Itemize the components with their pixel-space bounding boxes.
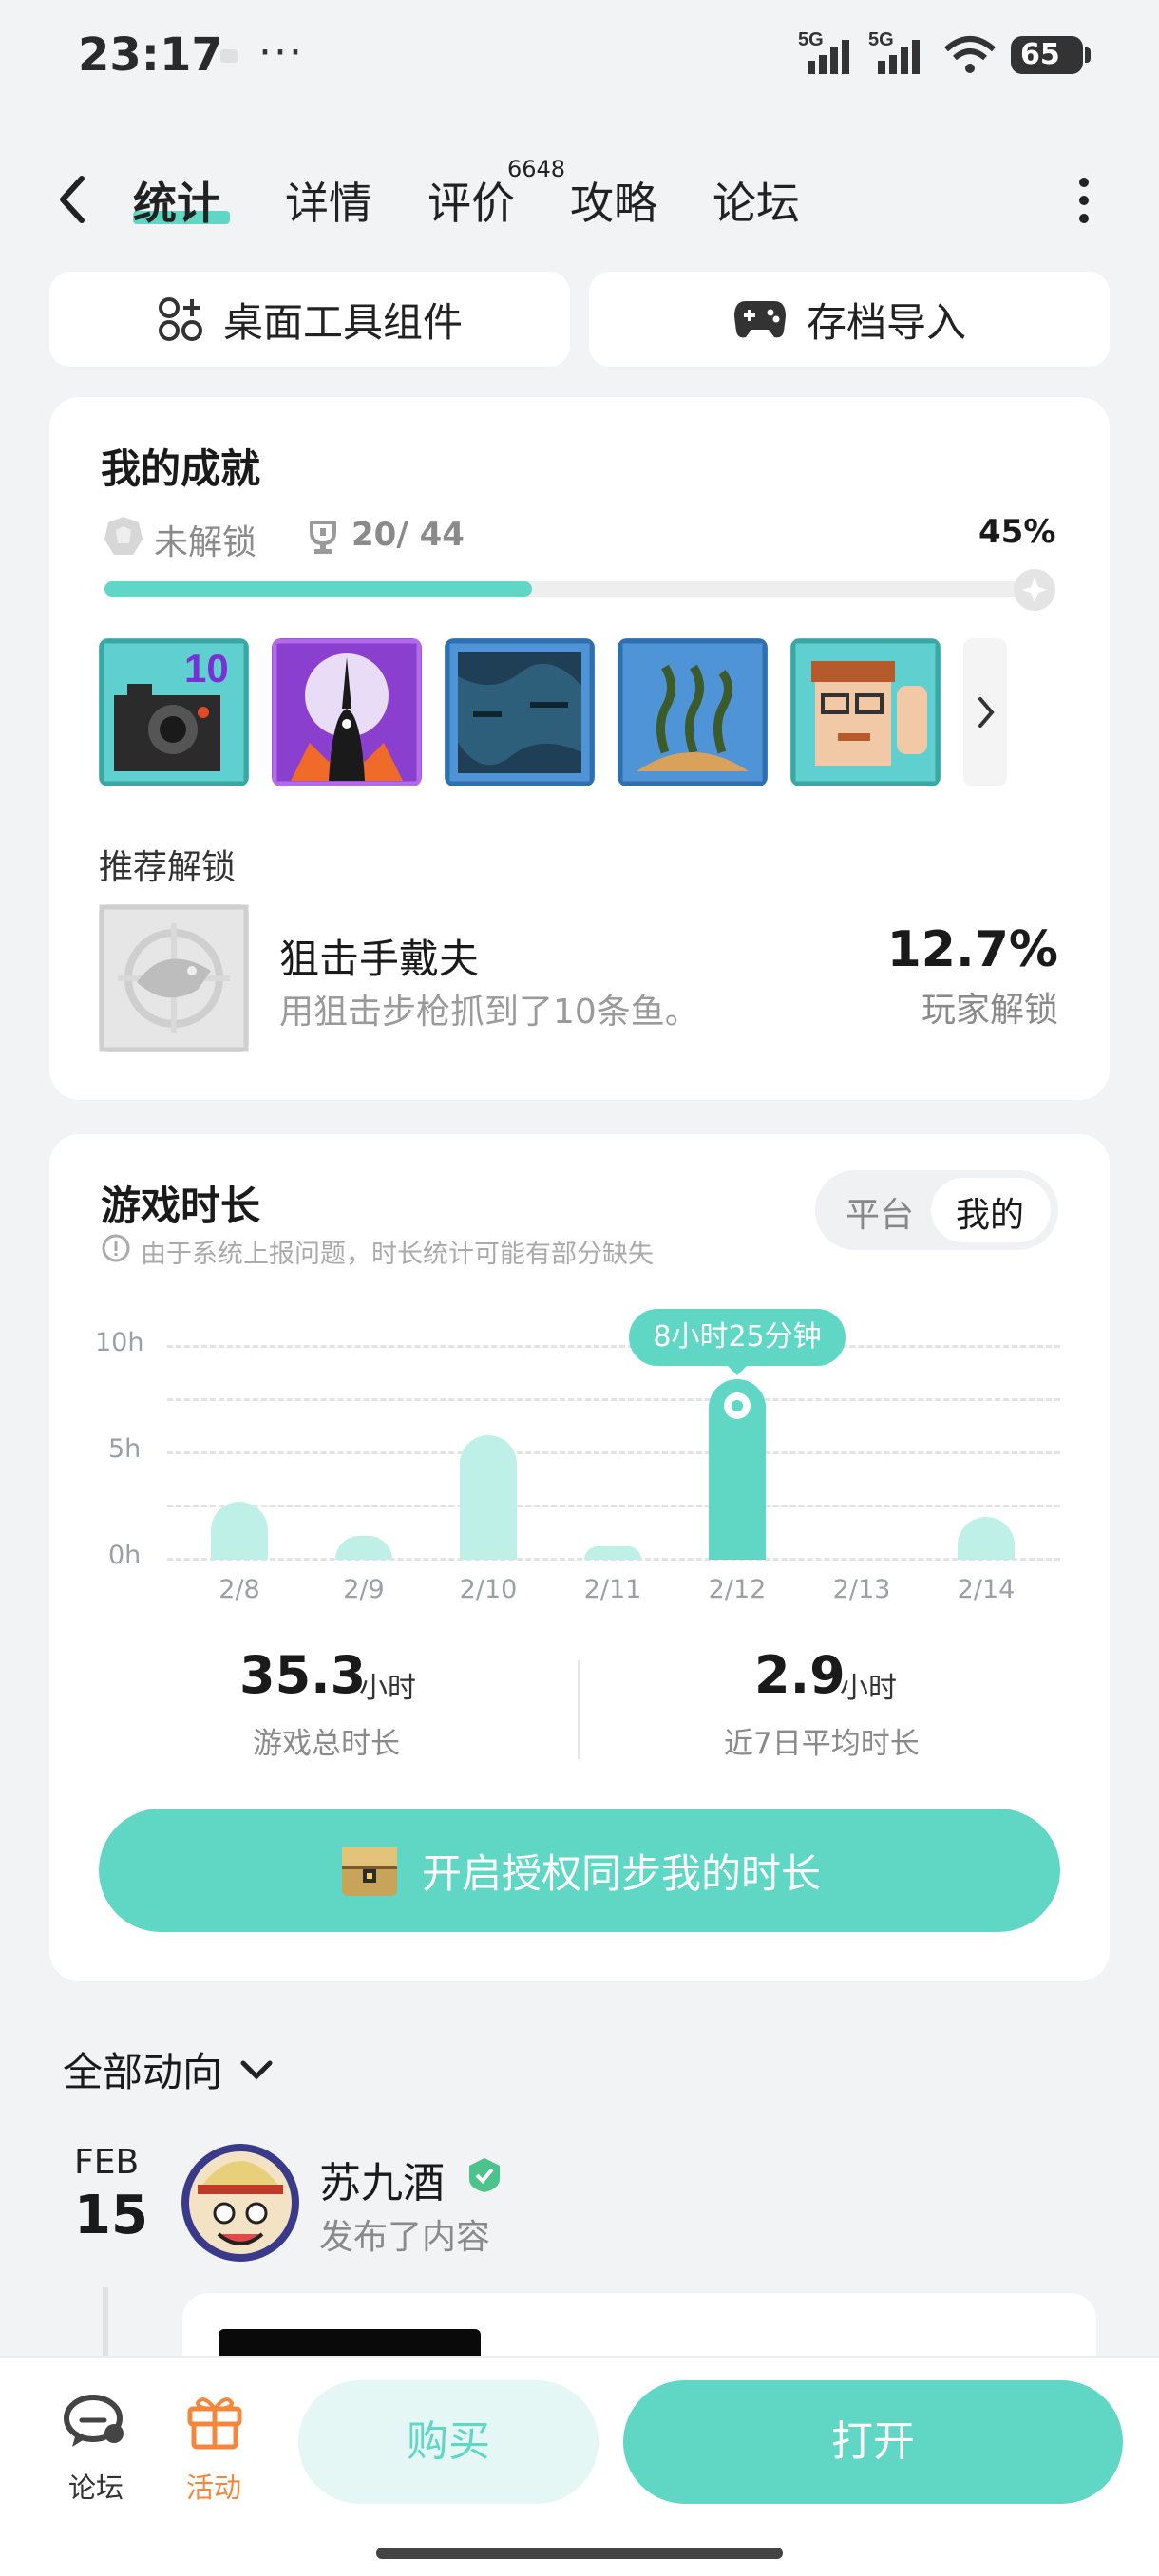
forum-label[interactable]: 论坛 [68, 2466, 124, 2506]
camera-fish-icon: 10 [99, 638, 249, 786]
more-notifications-icon: ··· [258, 28, 304, 77]
info-icon [102, 1234, 130, 1262]
tab-details[interactable]: 详情 [285, 169, 372, 232]
review-count-badge: 6648 [507, 156, 566, 182]
feed-day: 15 [74, 2185, 148, 2246]
tab-stats[interactable]: 统计 [133, 169, 220, 232]
achievement-badge-boss[interactable] [272, 638, 422, 786]
more-options-icon[interactable] [1070, 175, 1098, 226]
tab-forum[interactable]: 论坛 [712, 169, 800, 232]
feed-filter-label: 全部动向 [63, 2049, 223, 2095]
achievement-progress-fill [104, 581, 532, 597]
recommend-name: 狙击手戴夫 [279, 936, 480, 982]
desktop-widget-label: 桌面工具组件 [222, 298, 463, 346]
playtime-toggle: 平台 我的 [815, 1170, 1058, 1250]
locked-label: 未解锁 [154, 523, 257, 562]
forum-chat-icon[interactable] [63, 2392, 127, 2451]
achievement-percent: 45% [978, 513, 1056, 551]
avg-playtime-unit: 小时 [840, 1672, 897, 1705]
sniper-fish-icon [99, 904, 249, 1052]
chevron-down-icon [240, 2060, 273, 2080]
save-import-button[interactable]: 存档导入 [589, 272, 1110, 367]
cave-map-icon [445, 638, 595, 786]
user-avatar[interactable] [177, 2139, 304, 2266]
avg-playtime-label: 近7日平均时长 [724, 1727, 920, 1761]
playtime-tooltip: 8小时25分钟 [629, 1309, 846, 1366]
gamepad-icon [733, 301, 786, 338]
toggle-platform[interactable]: 平台 [846, 1187, 914, 1237]
achievement-progress-track [104, 581, 1054, 597]
feed-filter-dropdown[interactable]: 全部动向 [63, 2040, 277, 2098]
recommend-rate-label: 玩家解锁 [921, 991, 1058, 1030]
desktop-widget-button[interactable]: 桌面工具组件 [49, 272, 570, 367]
treasure-chest-icon [341, 1847, 397, 1896]
home-indicator [376, 2548, 783, 2559]
widget-grid-icon [158, 297, 202, 341]
achievements-more-button[interactable] [963, 638, 1007, 786]
locked-medal-icon [104, 517, 142, 555]
waving-man-icon [790, 638, 940, 786]
recommend-desc: 用狙击步枪抓到了10条鱼。 [279, 993, 699, 1032]
achievement-count: 20/ 44 [352, 516, 465, 554]
feed-username[interactable]: 苏九酒 [319, 2149, 445, 2209]
chevron-right-icon [978, 697, 995, 728]
buy-button[interactable]: 购买 [298, 2380, 598, 2504]
bottom-action-bar: 论坛 活动 购买 打开 [0, 2356, 1159, 2576]
wifi-icon [944, 36, 996, 73]
total-playtime-unit: 小时 [359, 1672, 416, 1705]
feed-action: 发布了内容 [319, 2218, 491, 2257]
achievement-badge-map[interactable] [445, 638, 595, 786]
toggle-mine[interactable]: 我的 [956, 1187, 1024, 1237]
achievements-title: 我的成就 [101, 445, 261, 492]
activity-label[interactable]: 活动 [186, 2466, 241, 2506]
save-import-label: 存档导入 [806, 298, 966, 346]
trophy-icon [310, 521, 336, 554]
notification-icon [220, 49, 238, 63]
clock: 23:17 [78, 28, 223, 82]
back-icon[interactable] [49, 171, 99, 228]
svg-text:5G: 5G [798, 29, 824, 50]
playtime-notice: 由于系统上报问题，时长统计可能有部分缺失 [141, 1240, 654, 1269]
signal-icon: 5G [798, 29, 849, 74]
status-bar: 23:17 ··· 5G 5G 65 [0, 0, 1159, 114]
signal-icon-2: 5G [868, 29, 920, 74]
total-playtime-value: 35.3 [239, 1645, 367, 1705]
open-button[interactable]: 打开 [623, 2380, 1123, 2504]
tab-bar: 统计 详情 评价 6648 攻略 论坛 [0, 152, 1159, 247]
recommend-rate: 12.7% [886, 921, 1058, 978]
achievement-badge-camera[interactable]: 10 [99, 638, 249, 786]
achievement-badge-npc[interactable] [790, 638, 940, 786]
seaweed-icon [618, 638, 768, 786]
dark-creature-icon [272, 638, 422, 786]
sync-playtime-button[interactable]: 开启授权同步我的时长 [99, 1809, 1060, 1932]
sync-playtime-label: 开启授权同步我的时长 [421, 1849, 821, 1897]
recommend-badge[interactable] [99, 904, 249, 1052]
progress-goal-icon [1014, 569, 1055, 611]
avg-playtime-value: 2.9 [754, 1645, 846, 1705]
feed-month: FEB [74, 2143, 140, 2182]
battery-indicator: 65 [1011, 36, 1091, 74]
timeline-line [103, 2287, 108, 2363]
stats-divider [578, 1660, 580, 1759]
recommend-title: 推荐解锁 [99, 848, 237, 887]
svg-text:5G: 5G [868, 29, 894, 50]
verified-badge-icon [469, 2158, 500, 2192]
playtime-title: 游戏时长 [101, 1183, 261, 1229]
tab-reviews[interactable]: 评价 [428, 169, 515, 232]
tab-guides[interactable]: 攻略 [570, 169, 657, 232]
gift-icon[interactable] [184, 2390, 245, 2451]
tooltip-arrow [726, 1364, 749, 1375]
svg-text:10: 10 [184, 646, 229, 691]
achievement-badge-seaweed[interactable] [618, 638, 768, 786]
total-playtime-label: 游戏总时长 [253, 1727, 400, 1761]
